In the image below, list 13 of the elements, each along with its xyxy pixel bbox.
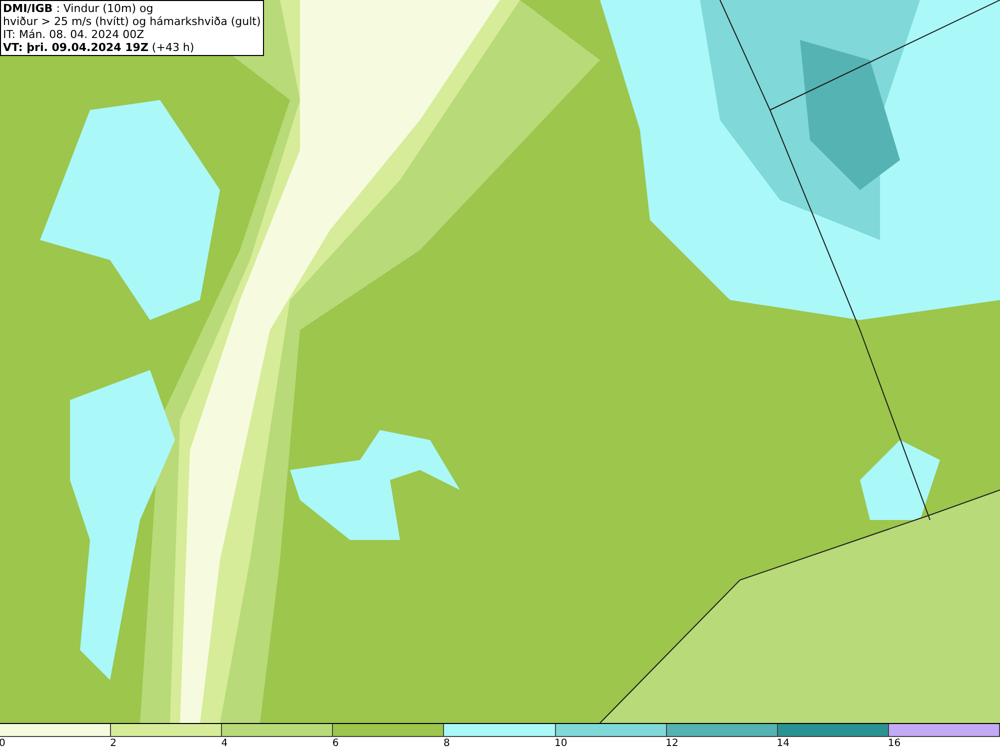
title-line: IT: Mán. 08. 04. 2024 00Z [3,28,146,41]
legend-label: 8 [443,737,450,751]
title-line: DMI/IGB : Vindur (10m) og [3,2,154,15]
legend-label: 10 [554,737,568,751]
legend-label: 4 [221,737,228,751]
title-line: hviður > 25 m/s (hvítt) og hámarkshviða (gult) [3,15,261,28]
legend-label: 12 [666,737,678,751]
legend-label: 6 [332,737,339,751]
legend-label: 16 [888,737,901,751]
title-line: VT: þri. 09.04.2024 19Z (+43 h) [3,41,196,54]
legend-label: 2 [110,737,116,751]
legend-label: 14 [776,737,790,751]
legend-label: 0 [0,737,6,751]
